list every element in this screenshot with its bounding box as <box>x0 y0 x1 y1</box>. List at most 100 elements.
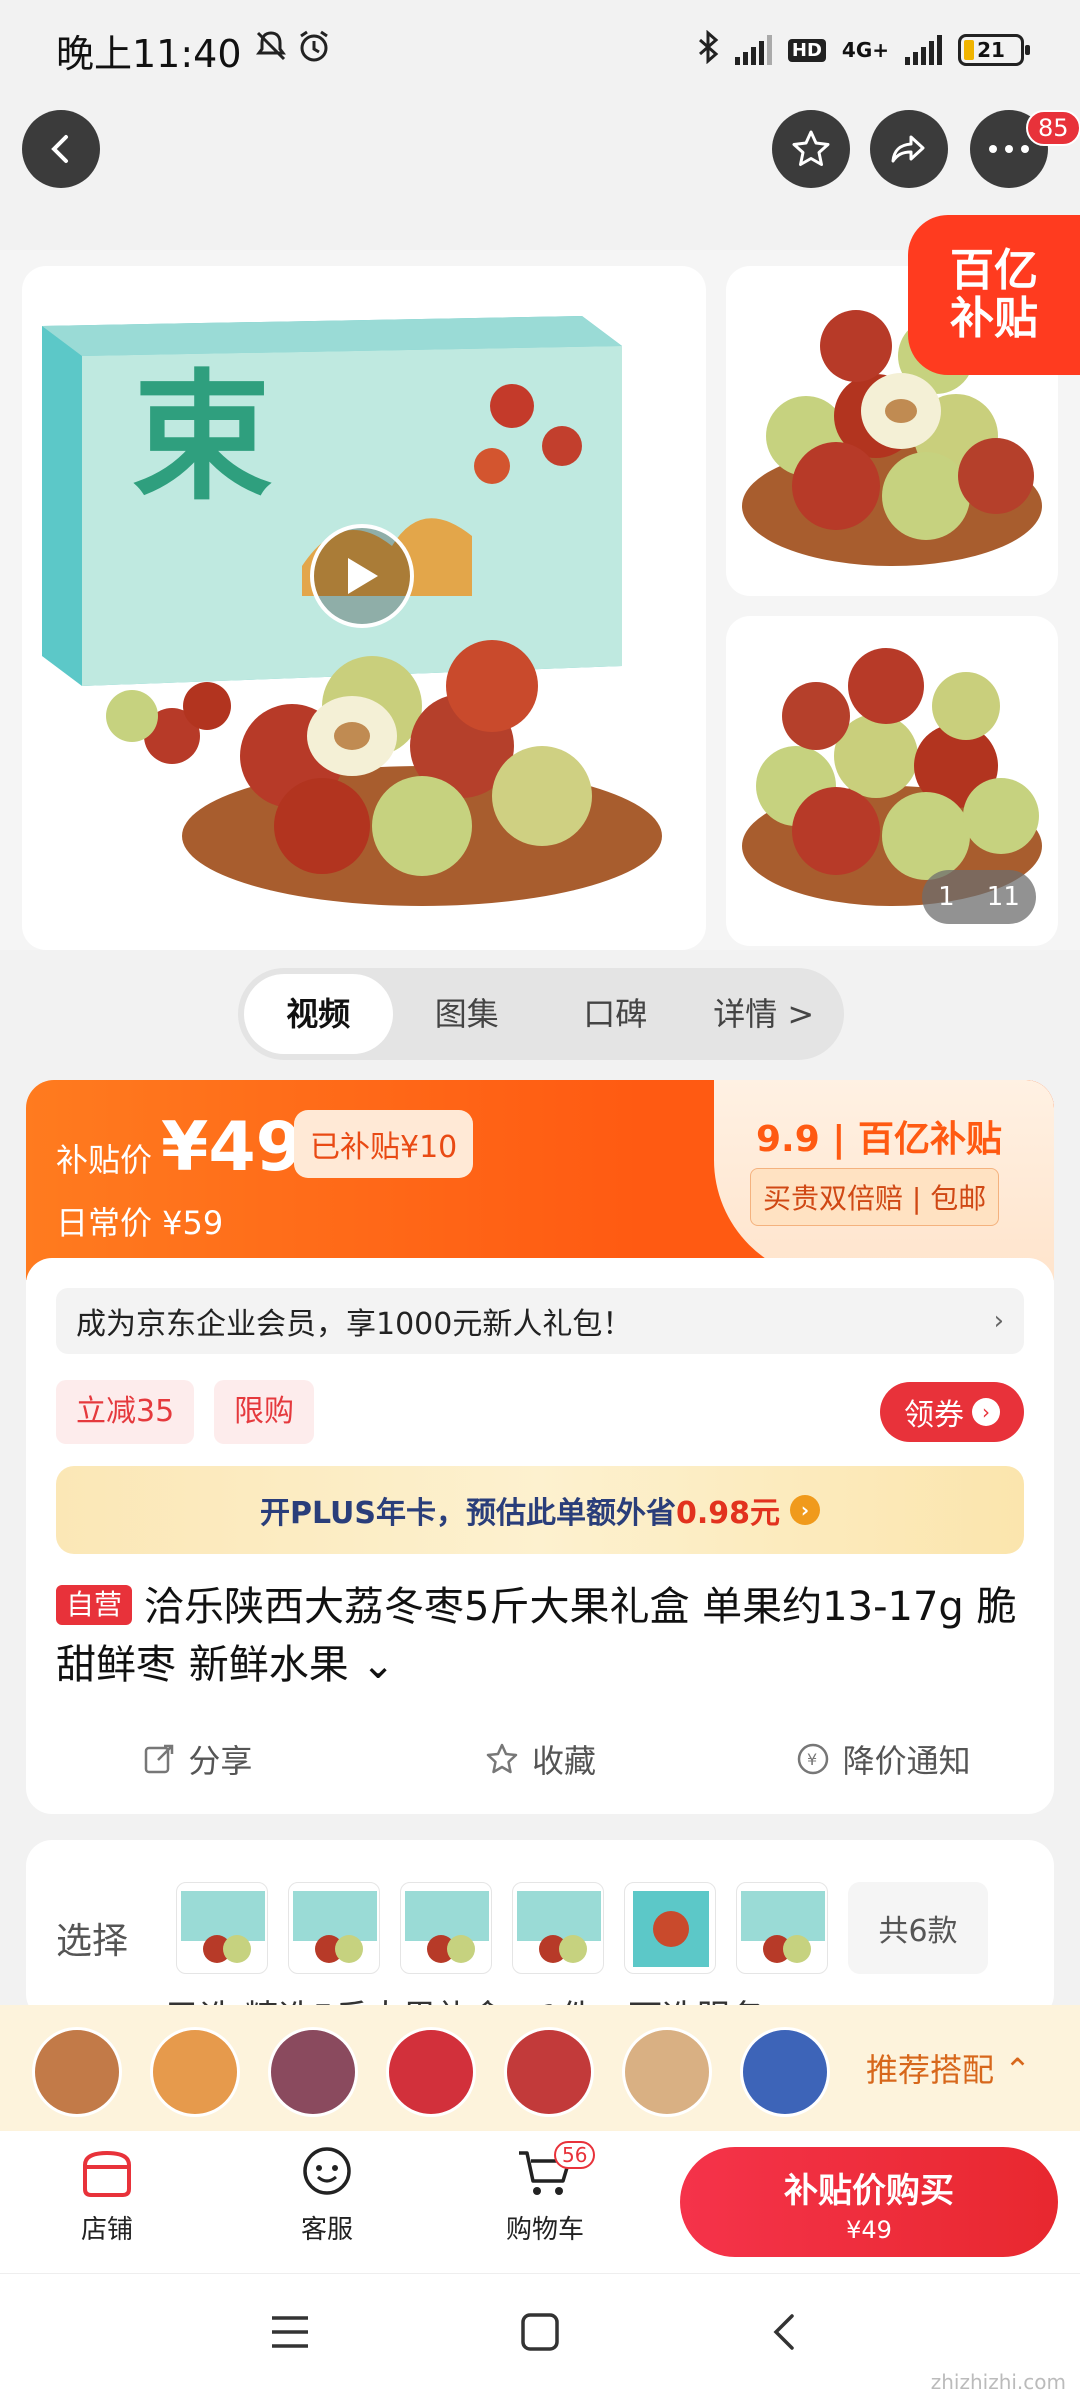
chat-face-icon <box>303 2147 351 2195</box>
buy-now-button[interactable]: 补贴价购买 ¥49 <box>680 2147 1058 2257</box>
favorite-button[interactable] <box>772 110 850 188</box>
buy-button-price: ¥49 <box>846 2216 892 2244</box>
coupon-label: 领券 <box>904 1398 964 1433</box>
get-coupon-button[interactable]: 领券 › <box>880 1382 1024 1442</box>
variant-thumb-4[interactable] <box>512 1882 604 1974</box>
rec-product-2[interactable] <box>150 2027 240 2117</box>
variant-thumb-3[interactable] <box>400 1882 492 1974</box>
rec-product-3[interactable] <box>268 2027 358 2117</box>
cart-count-badge: 56 <box>554 2141 596 2169</box>
media-tabs: 视频 图集 口碑 详情 > <box>238 968 844 1060</box>
subsidy-brand-logo[interactable]: 9.9 | 百亿补贴 <box>756 1110 1002 1162</box>
message-count-badge: 85 <box>1026 110 1080 146</box>
rec-product-6[interactable] <box>622 2027 712 2117</box>
promo-tag-discount: 立减35 <box>56 1380 195 1444</box>
system-back-icon <box>773 2314 794 2350</box>
select-label: 选择 <box>56 1921 129 1962</box>
star-icon <box>792 130 830 166</box>
tab-gallery[interactable]: 图集 <box>393 974 542 1054</box>
subsidy-price-label: 补贴价 <box>56 1141 153 1179</box>
price-alert-label: 降价通知 <box>842 1742 971 1780</box>
variant-thumb-2[interactable] <box>288 1882 380 1974</box>
mute-icon <box>254 28 288 72</box>
recommend-label[interactable]: 推荐搭配 ⌃ <box>866 2045 1031 2091</box>
arrow-right-icon: › <box>790 1495 821 1525</box>
back-arrow-icon <box>51 135 68 163</box>
normal-price: 日常价 ¥59 <box>56 1204 224 1242</box>
pager-current: 1 <box>938 882 955 912</box>
plus-membership-banner[interactable]: 开PLUS年卡，预估此单额外省 0.98元 › <box>56 1466 1024 1554</box>
product-actions: 分享 收藏 ¥ 降价通知 <box>26 1724 1054 1794</box>
rec-product-1[interactable] <box>32 2027 122 2117</box>
variant-thumb-5[interactable] <box>624 1882 716 1974</box>
product-title[interactable]: 自营 洽乐陕西大荔冬枣5斤大果礼盒 单果约13-17g 脆甜鲜枣 新鲜水果 ⌄ <box>56 1578 1046 1694</box>
watermark: zhizhizhi.com <box>930 2370 1066 2394</box>
arrow-right-icon: › <box>972 1398 1000 1426</box>
variant-count[interactable]: 共6款 <box>848 1882 988 1974</box>
rec-product-7[interactable] <box>740 2027 830 2117</box>
share-button[interactable] <box>870 110 948 188</box>
rec-product-5[interactable] <box>504 2027 594 2117</box>
pager-total: 11 <box>986 882 1020 912</box>
svg-text:¥: ¥ <box>807 1750 817 1769</box>
favorite-action[interactable]: 收藏 <box>369 1724 712 1794</box>
enterprise-membership-banner[interactable]: 成为京东企业会员，享1000元新人礼包！ › <box>56 1288 1024 1354</box>
battery-icon: 21 <box>958 34 1030 66</box>
variant-select-card[interactable]: 选择 共6款 已选 精选5斤大果礼盒，1件，可选服务 <box>26 1840 1054 2020</box>
main-product-video[interactable]: 束 <box>22 266 706 950</box>
guarantee-badge: 买贵双倍赔 | 包邮 <box>750 1168 1000 1226</box>
plus-save-amount: 0.98元 <box>675 1496 781 1531</box>
buy-button-label: 补贴价购买 <box>784 2171 954 2211</box>
variant-thumb-1[interactable] <box>176 1882 268 1974</box>
menu-button[interactable] <box>270 2314 310 2354</box>
cart-label: 购物车 <box>505 2215 584 2245</box>
favorite-label: 收藏 <box>532 1742 597 1780</box>
home-square-icon <box>521 2313 559 2351</box>
subsidy-tag-line2: 补贴 <box>950 293 1038 344</box>
network-type: 4G+ <box>841 38 889 62</box>
more-dots-icon <box>989 145 1029 153</box>
share-icon <box>891 135 925 163</box>
menu-icon <box>272 2316 308 2348</box>
status-bar: 晚上11:40 HD 4G+ 21 <box>0 0 1080 100</box>
cart-button[interactable]: 56 购物车 <box>470 2141 620 2246</box>
battery-level: 21 <box>977 38 1005 62</box>
plus-text: 开PLUS年卡，预估此单额外省 <box>259 1496 676 1531</box>
star-outline-icon <box>486 1743 518 1774</box>
status-time: 晚上11:40 <box>56 31 242 76</box>
share-outline-icon <box>145 1744 174 1774</box>
back-button[interactable] <box>22 110 100 188</box>
customer-service-button[interactable]: 客服 <box>252 2145 402 2246</box>
shop-button[interactable]: 店铺 <box>32 2145 182 2246</box>
top-nav <box>0 110 1080 190</box>
shop-icon <box>83 2150 131 2197</box>
system-back-button[interactable] <box>770 2312 800 2356</box>
price-alert-action[interactable]: ¥ 降价通知 <box>711 1724 1054 1794</box>
product-title-text: 洽乐陕西大荔冬枣5斤大果礼盒 单果约13-17g 脆甜鲜枣 新鲜水果 ⌄ <box>56 1584 1017 1688</box>
self-operated-tag: 自营 <box>56 1585 133 1625</box>
price-card: 补贴价 ¥49 已补贴¥10 日常价 ¥59 9.9 | 百亿补贴 买贵双倍赔 … <box>26 1080 1054 1280</box>
play-icon <box>348 558 378 594</box>
tab-details[interactable]: 详情 > <box>690 974 839 1054</box>
tab-video[interactable]: 视频 <box>244 974 393 1054</box>
price-alert-icon: ¥ <box>797 1743 828 1775</box>
gallery-pager: 1 11 <box>922 870 1036 924</box>
subsidy-price: ¥49 <box>161 1108 303 1187</box>
rec-product-4[interactable] <box>386 2027 476 2117</box>
subsidy-corner-tag: 百亿 补贴 <box>908 215 1080 375</box>
service-label: 客服 <box>300 2215 353 2245</box>
recommend-bar[interactable]: 推荐搭配 ⌃ <box>0 2005 1080 2131</box>
variant-thumb-6[interactable] <box>736 1882 828 1974</box>
play-button[interactable] <box>310 524 414 628</box>
hd-badge: HD <box>787 38 826 62</box>
signal-icon-2 <box>905 35 942 65</box>
share-action[interactable]: 分享 <box>26 1724 369 1794</box>
tab-reviews[interactable]: 口碑 <box>541 974 690 1054</box>
product-info-card: 成为京东企业会员，享1000元新人礼包！ › 立减35 限购 领券 › 开PLU… <box>26 1258 1054 1814</box>
saved-amount-pill: 已补贴¥10 <box>294 1110 474 1178</box>
home-button[interactable] <box>520 2312 560 2356</box>
bottom-action-bar: 店铺 客服 56 购物车 补贴价购买 ¥49 <box>0 2131 1080 2273</box>
subsidy-tag-line1: 百亿 <box>950 244 1038 296</box>
promo-tag-limit: 限购 <box>214 1380 314 1444</box>
enterprise-text: 成为京东企业会员，享1000元新人礼包！ <box>76 1307 633 1342</box>
